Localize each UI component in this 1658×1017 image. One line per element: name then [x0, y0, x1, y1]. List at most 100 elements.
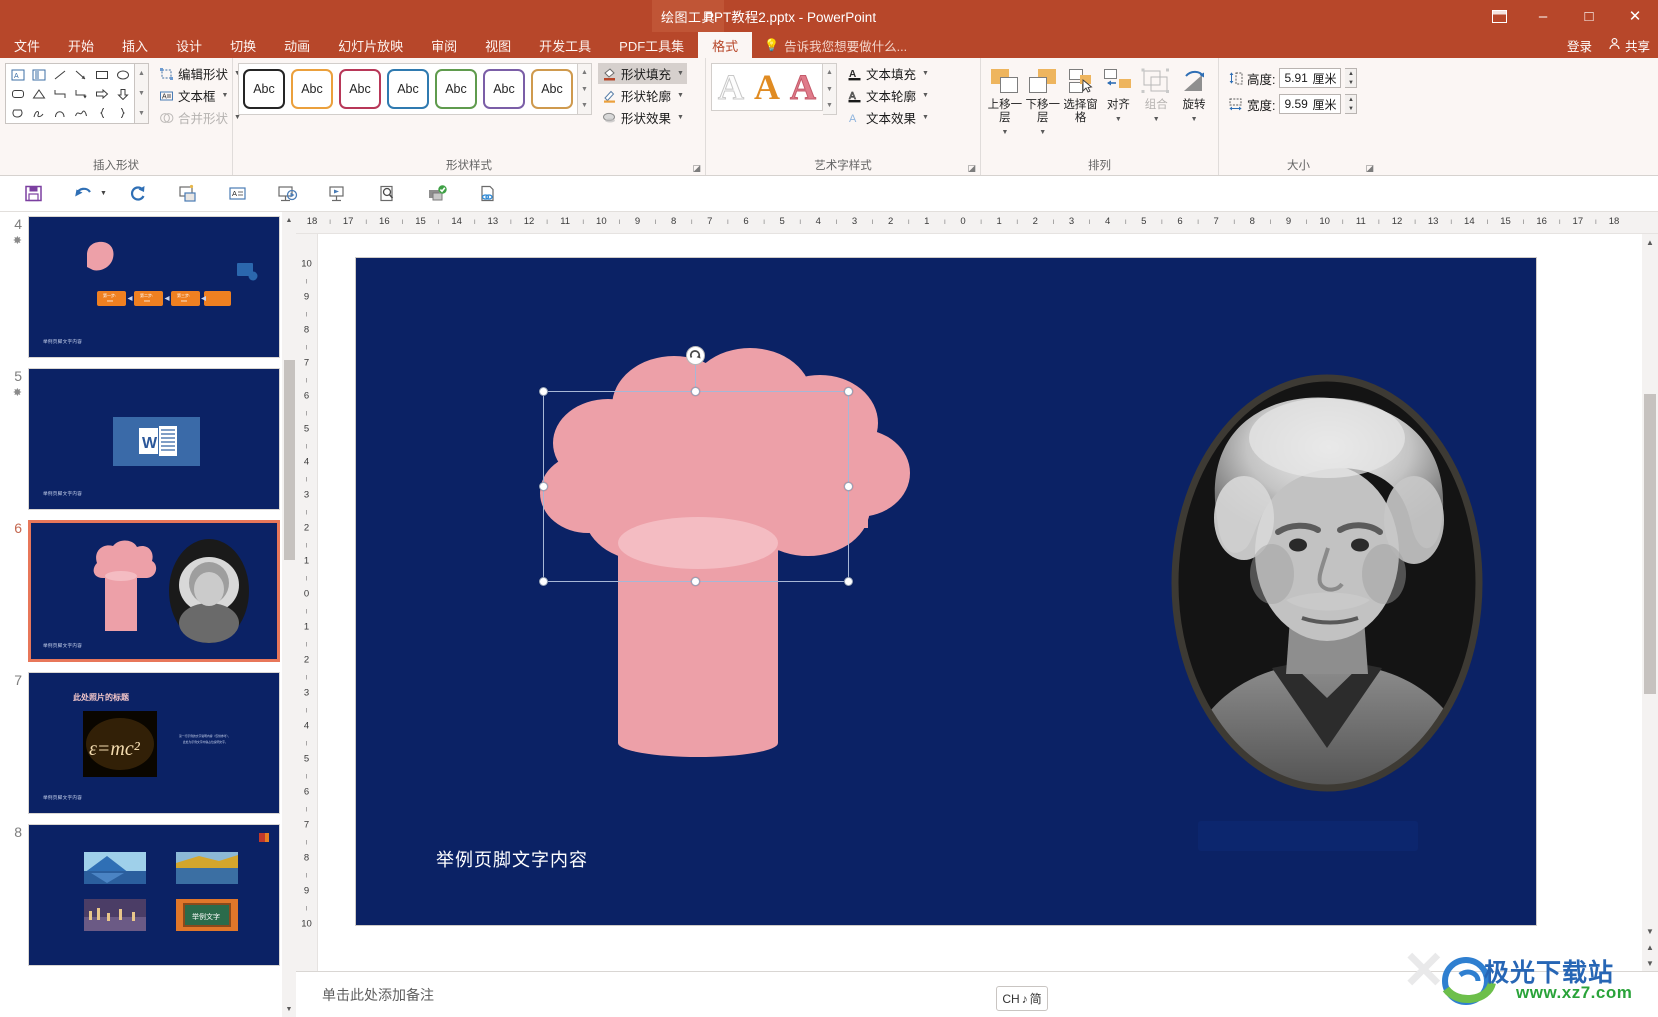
shape-elbow-connector-icon[interactable] [49, 84, 70, 103]
shape-triangle-icon[interactable] [28, 84, 49, 103]
chevron-down-icon[interactable]: ▼ [677, 70, 684, 77]
share-button[interactable]: 共享 [1608, 36, 1650, 55]
shape-style-swatch[interactable]: Abc [531, 69, 573, 109]
send-backward-button[interactable]: 下移一层 ▼ [1024, 61, 1062, 139]
shape-elbow-arrow-icon[interactable] [70, 84, 91, 103]
scroll-down-icon[interactable]: ▼ [1642, 923, 1658, 939]
shape-gallery-scrollbar[interactable]: ▲ ▼ ▼ [135, 63, 149, 124]
list-item[interactable]: 6 举例页脚文字内容 [0, 520, 282, 662]
chevron-down-icon[interactable]: ▼ [677, 92, 684, 99]
tab-developer[interactable]: 开发工具 [525, 32, 605, 58]
shape-rectangle-icon[interactable] [91, 65, 112, 84]
new-slide-icon[interactable]: A [213, 178, 263, 210]
thumbnail-scroll-thumb[interactable] [284, 360, 295, 560]
previous-slide-icon[interactable]: ▲ [1642, 939, 1658, 955]
chevron-down-icon[interactable]: ▼ [922, 114, 929, 121]
wordart-down-icon[interactable]: ▼ [823, 81, 836, 98]
shape-style-scrollbar[interactable]: ▲ ▼ ▼ [578, 63, 592, 115]
resize-handle-w[interactable] [539, 482, 548, 491]
save-icon[interactable] [8, 178, 58, 210]
tell-me-box[interactable]: 💡 告诉我您想要做什么... [752, 32, 907, 58]
horizontal-ruler[interactable]: 18 ı 17 ı 16 ı 15 ı 14 ı 13 ı 12 ı 11 ı 10 ı 9 ı 8 ı 7 ı 6 ı 5 ı 4 ı 3… [296, 212, 1658, 234]
shape-arc-icon[interactable] [49, 103, 70, 122]
wordart-dialog-launcher[interactable]: ◪ [967, 163, 976, 174]
shape-style-swatch[interactable]: Abc [243, 69, 285, 109]
text-box-button[interactable]: A 文本框 ▼ [155, 85, 244, 106]
tab-review[interactable]: 审阅 [417, 32, 471, 58]
list-item[interactable]: 5 ✸ W 举例页脚文字内容 [0, 368, 282, 510]
resize-handle-nw[interactable] [539, 387, 548, 396]
chevron-down-icon[interactable]: ▼ [1191, 113, 1198, 126]
shape-down-arrow-icon[interactable] [112, 84, 133, 103]
align-button[interactable]: 对齐 ▼ [1099, 61, 1137, 126]
shape-style-down-icon[interactable]: ▼ [578, 81, 591, 98]
bring-forward-button[interactable]: 上移一层 ▼ [986, 61, 1024, 139]
stepper-down-icon[interactable]: ▼ [1345, 78, 1357, 87]
size-dialog-launcher[interactable]: ◪ [1365, 163, 1374, 174]
resize-handle-sw[interactable] [539, 577, 548, 586]
thumbnail-scrollbar[interactable]: ▲ ▼ [282, 212, 296, 1017]
shape-styles-gallery[interactable]: Abc Abc Abc Abc Abc Abc Abc ▲ ▼ ▼ [238, 63, 592, 115]
scroll-up-icon[interactable]: ▲ [1642, 234, 1658, 250]
close-button[interactable]: ✕ [1612, 0, 1658, 32]
shape-curve-icon[interactable] [70, 103, 91, 122]
list-item[interactable]: 7 此处照片的标题 ε=mc² 第一行示例的文字说明内容（仅供参考）， 此处为示… [0, 672, 282, 814]
minimize-button[interactable]: – [1520, 0, 1566, 32]
shape-oval-icon[interactable] [112, 65, 133, 84]
thumbnail-scroll-up-icon[interactable]: ▲ [282, 212, 296, 228]
shape-line-icon[interactable] [49, 65, 70, 84]
notes-pane[interactable]: 单击此处添加备注 [296, 971, 1658, 1017]
chevron-down-icon[interactable]: ▼ [677, 114, 684, 121]
tab-insert[interactable]: 插入 [108, 32, 162, 58]
wordart-scrollbar[interactable]: ▲ ▼ ▼ [823, 63, 837, 115]
slide-thumbnail[interactable]: 举例文字 [28, 824, 280, 966]
shape-styles-dialog-launcher[interactable]: ◪ [692, 163, 701, 174]
shape-gallery-up-icon[interactable]: ▲ [135, 64, 148, 84]
stepper-up-icon[interactable]: ▲ [1345, 69, 1357, 78]
wordart-more-icon[interactable]: ▼ [823, 97, 836, 114]
hyperlink-doc-icon[interactable] [463, 178, 513, 210]
shape-right-brace-icon[interactable] [112, 103, 133, 122]
wordart-sample-outline[interactable]: A [718, 67, 745, 108]
resize-handle-se[interactable] [844, 577, 853, 586]
list-item[interactable]: 8 举例文字 [0, 824, 282, 966]
shape-height-input[interactable]: 5.91 厘米 [1279, 68, 1342, 88]
shape-fill-button[interactable]: 形状填充 ▼ [598, 63, 687, 84]
shape-right-arrow-icon[interactable] [91, 84, 112, 103]
slide-thumbnail[interactable]: 第一步: xxx 第二步: xxx 第三步: xxx 举例页脚文字内容 [28, 216, 280, 358]
resize-handle-ne[interactable] [844, 387, 853, 396]
text-effects-button[interactable]: A 文本效果 ▼ [843, 107, 932, 128]
shape-style-more-icon[interactable]: ▼ [578, 97, 591, 114]
current-slide[interactable]: 举例页脚文字内容 [356, 258, 1536, 925]
thumbnail-scroll-down-icon[interactable]: ▼ [282, 1001, 296, 1017]
shape-style-swatch[interactable]: Abc [483, 69, 525, 109]
rotate-button[interactable]: 旋转 ▼ [1175, 61, 1213, 126]
scroll-thumb[interactable] [1644, 394, 1656, 694]
shapes-gallery[interactable]: A ▲ ▼ ▼ [5, 63, 149, 124]
print-preview-icon[interactable] [363, 178, 413, 210]
shape-outline-button[interactable]: 形状轮廓 ▼ [598, 85, 687, 106]
selection-pane-button[interactable]: 选择窗格 [1062, 61, 1100, 125]
chevron-down-icon[interactable]: ▼ [922, 92, 929, 99]
ime-indicator[interactable]: CH ♪ 简 [996, 986, 1048, 1011]
wordart-sample-pink[interactable]: A [790, 67, 817, 108]
signin-button[interactable]: 登录 [1567, 36, 1592, 55]
shape-gallery-down-icon[interactable]: ▼ [135, 84, 148, 104]
shape-freeform-icon[interactable] [7, 103, 28, 122]
shape-width-stepper[interactable]: ▲ ▼ [1345, 94, 1358, 114]
shape-vertical-textbox-icon[interactable] [28, 65, 49, 84]
shape-style-up-icon[interactable]: ▲ [578, 64, 591, 81]
shape-left-brace-icon[interactable] [91, 103, 112, 122]
shape-style-swatches[interactable]: Abc Abc Abc Abc Abc Abc Abc [238, 63, 578, 115]
tab-slideshow[interactable]: 幻灯片放映 [324, 32, 417, 58]
rotate-handle-icon[interactable] [686, 346, 705, 365]
stepper-down-icon[interactable]: ▼ [1345, 104, 1357, 113]
start-presentation-icon[interactable] [163, 178, 213, 210]
tab-view[interactable]: 视图 [471, 32, 525, 58]
list-item[interactable]: 4 ✸ 第一步: xxx 第二步: xxx 第三步: xxx 举例页脚文字内容 [0, 216, 282, 358]
tab-format[interactable]: 格式 [698, 32, 753, 58]
tab-home[interactable]: 开始 [54, 32, 108, 58]
slide-vertical-scrollbar[interactable]: ▲ ▼ ▲ ▼ [1642, 234, 1658, 971]
export-checked-icon[interactable] [413, 178, 463, 210]
text-fill-button[interactable]: A 文本填充 ▼ [843, 63, 932, 84]
